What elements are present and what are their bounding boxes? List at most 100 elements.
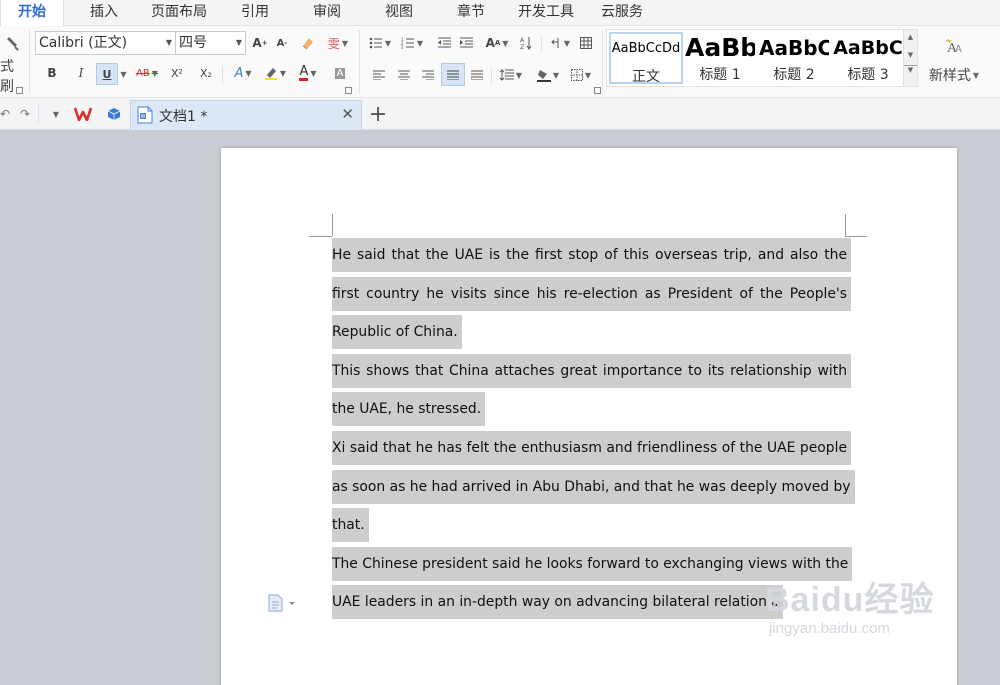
strikethrough-label: AB (136, 67, 150, 79)
document-body[interactable]: He said that the UAE is the first stop o… (332, 236, 855, 622)
tab-insert[interactable]: 插入 (78, 0, 130, 26)
table-grid-icon[interactable] (577, 34, 595, 52)
show-marks-icon[interactable]: ▼ (546, 34, 574, 52)
char-shading-icon[interactable]: A (331, 63, 349, 83)
tab-page-layout[interactable]: 页面布局 (146, 0, 212, 26)
style-preview: AaBbC (833, 37, 903, 59)
distribute-icon[interactable] (468, 66, 486, 84)
undo-icon[interactable]: ↶ (0, 106, 10, 122)
tab-developer[interactable]: 开发工具 (512, 0, 580, 26)
tab-cloud[interactable]: 云服务 (596, 0, 648, 26)
scroll-up-icon[interactable]: ▲ (904, 33, 917, 41)
increase-indent-icon[interactable] (456, 34, 476, 52)
style-label: 标题 3 (847, 67, 889, 83)
styles-gallery: AaBbCcDd 正文 AaBb 标题 1 AaBbC 标题 2 AaBbC 标… (606, 29, 918, 87)
redo-icon[interactable]: ↷ (18, 106, 32, 122)
paragraph[interactable]: He said that the UAE is the first stop o… (332, 236, 851, 352)
close-icon[interactable]: ✕ (341, 105, 354, 123)
new-style-label: 新样式 (928, 68, 971, 84)
selected-text: He said that the UAE is the first stop o… (332, 238, 851, 350)
clipboard-launcher-icon[interactable] (16, 87, 23, 94)
font-launcher-icon[interactable] (345, 87, 352, 94)
scroll-down-icon[interactable]: ▼ (904, 51, 917, 59)
tab-home[interactable]: 开始 (0, 0, 64, 27)
bullets-icon[interactable]: ▼ (366, 34, 394, 52)
font-size-value: 四号 (179, 35, 207, 51)
font-name-value: Calibri (正文) (39, 35, 128, 51)
italic-button[interactable]: I (71, 63, 91, 83)
document-tab-title: 文档1 * (159, 109, 208, 125)
styles-scroll[interactable]: ▲ ▼ ▼ (903, 30, 917, 86)
tab-review[interactable]: 审阅 (302, 0, 352, 26)
style-preview: AaBbCcDd (611, 41, 681, 56)
highlight-icon[interactable]: ▼ (260, 63, 290, 83)
document-tab[interactable]: W 文档1 * ✕ (130, 100, 362, 130)
style-normal[interactable]: AaBbCcDd 正文 (609, 32, 683, 84)
format-painter-icon[interactable] (0, 32, 26, 56)
align-center-icon[interactable] (395, 66, 413, 84)
style-heading-3[interactable]: AaBbC 标题 3 (833, 32, 903, 84)
numbering-icon[interactable]: 1 2 3 ▼ (398, 34, 426, 52)
format-painter-button[interactable]: 式刷 (0, 59, 22, 95)
subscript-button[interactable]: X₂ (196, 63, 216, 83)
change-case-icon[interactable]: A A ▼ (482, 34, 512, 52)
new-style-button[interactable]: 新样式 ▼ (924, 64, 984, 86)
document-icon: W (137, 106, 153, 128)
tab-section[interactable]: 章节 (446, 0, 496, 26)
bold-button[interactable]: B (42, 63, 62, 83)
paragraph-options-icon[interactable] (268, 594, 296, 616)
style-heading-2[interactable]: AaBbC 标题 2 (759, 32, 829, 84)
underline-button[interactable]: U (96, 63, 118, 85)
crop-mark (332, 214, 333, 236)
line-spacing-icon[interactable]: ▼ (496, 66, 526, 84)
tab-references[interactable]: 引用 (230, 0, 280, 26)
quick-access-dropdown-icon[interactable]: ▼ (48, 106, 62, 122)
expand-gallery-icon[interactable]: ▼ (904, 65, 917, 74)
menu-bar: 开始 插入 页面布局 引用 审阅 视图 章节 开发工具 云服务 (0, 0, 1000, 27)
font-color-icon[interactable]: A ▼ (293, 63, 323, 83)
tab-view[interactable]: 视图 (374, 0, 424, 26)
align-left-icon[interactable] (370, 66, 388, 84)
separator (222, 66, 223, 84)
new-style-icon[interactable]: AA (940, 34, 968, 58)
strikethrough-button[interactable]: AB ▼ (132, 63, 162, 83)
paragraph-launcher-icon[interactable] (594, 87, 601, 94)
grow-font-icon[interactable]: A + (250, 34, 270, 52)
font-name-select[interactable]: Calibri (正文) ▼ (35, 31, 176, 55)
borders-icon[interactable]: ▼ (566, 66, 596, 84)
document-tab-bar: ↶ ↷ ▼ W 文档1 * ✕ + (0, 98, 1000, 130)
crop-mark (845, 214, 846, 236)
shrink-font-icon[interactable]: A- (272, 34, 292, 52)
text-effect-icon[interactable]: A ▼ (229, 63, 257, 83)
paragraph[interactable]: Xi said that he has felt the enthusiasm … (332, 429, 855, 545)
decrease-indent-icon[interactable] (434, 34, 454, 52)
wps-logo-icon[interactable] (72, 104, 94, 124)
selected-text: This shows that China attaches great imp… (332, 353, 851, 427)
new-tab-button[interactable]: + (366, 100, 390, 128)
svg-text:W: W (141, 114, 146, 120)
cloud-box-icon[interactable] (104, 104, 124, 124)
svg-text:A: A (955, 44, 962, 55)
clear-format-icon[interactable] (298, 34, 318, 52)
superscript-button[interactable]: X² (167, 63, 187, 83)
align-right-icon[interactable] (419, 66, 437, 84)
style-label: 标题 1 (699, 67, 741, 83)
ribbon: 式刷 Calibri (正文) ▼ 四号 ▼ A + A- 雯 ▼ B I U ▼ … (0, 26, 1000, 98)
style-heading-1[interactable]: AaBb 标题 1 (685, 32, 755, 84)
separator (359, 30, 360, 94)
justify-icon[interactable] (441, 63, 465, 86)
separator (38, 104, 39, 124)
chevron-down-icon: ▼ (235, 38, 242, 47)
phonetic-guide-icon[interactable]: 雯 ▼ (324, 34, 352, 52)
svg-text:Z: Z (520, 44, 524, 50)
svg-text:3: 3 (401, 45, 404, 49)
chevron-down-icon: ▼ (165, 38, 172, 47)
separator (491, 68, 492, 84)
shading-icon[interactable]: ▼ (533, 66, 563, 84)
font-size-select[interactable]: 四号 ▼ (175, 31, 246, 55)
watermark-logo: Baidu经验 jingyan.baidu.com (765, 580, 934, 638)
paragraph[interactable]: This shows that China attaches great imp… (332, 352, 851, 429)
sort-icon[interactable]: AZ (516, 34, 536, 52)
style-preview: AaBb (685, 33, 755, 62)
underline-dropdown-icon[interactable]: ▼ (118, 66, 127, 82)
